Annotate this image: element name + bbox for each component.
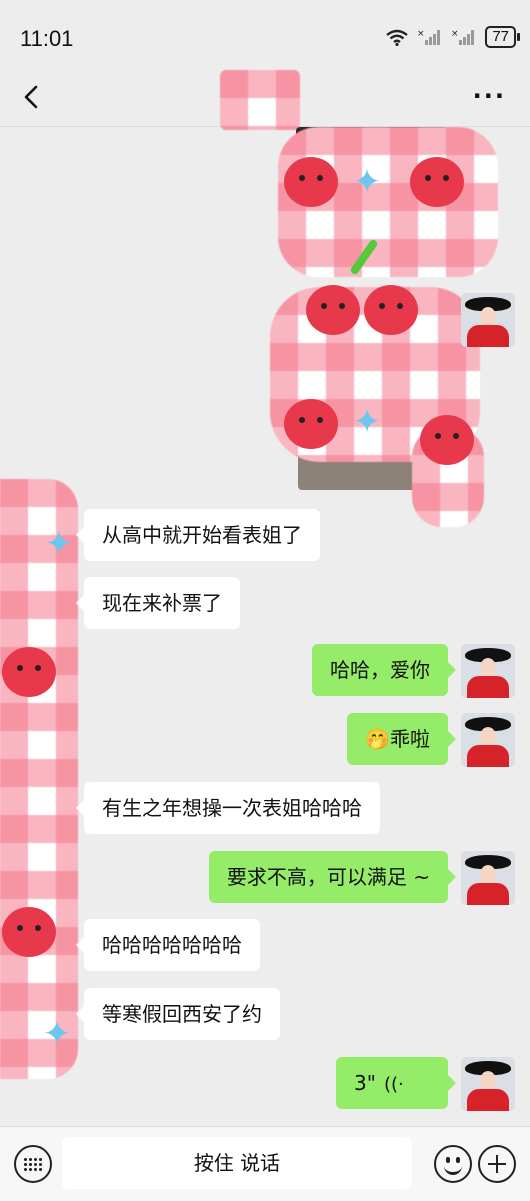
- battery-indicator: 77: [485, 26, 520, 48]
- svg-text:×: ×: [451, 29, 459, 39]
- chat-header: ···: [0, 70, 530, 130]
- signal-1-icon: ×: [417, 29, 441, 45]
- plus-icon[interactable]: [478, 1145, 516, 1183]
- wifi-icon: [386, 29, 409, 46]
- message-bubble-incoming[interactable]: 哈哈哈哈哈哈哈: [76, 919, 260, 971]
- message-text: 乖啦: [390, 727, 430, 751]
- my-avatar[interactable]: [461, 644, 515, 698]
- sparkle-icon: ✦: [352, 162, 382, 202]
- shy-emoji-icon: 🤭: [365, 727, 390, 751]
- sticker-overlay-left: [0, 479, 78, 1079]
- chat-history[interactable]: ✦ ✦ ✦ ✦ 从高中就开始看表姐了 现在来补票了 哈哈，爱你 🤭乖啦 有生之年…: [0, 127, 530, 1122]
- more-options-button[interactable]: ···: [473, 82, 506, 110]
- message-bubble-outgoing[interactable]: 要求不高，可以满足 ~: [208, 851, 457, 903]
- cherry-sticker-icon: [364, 285, 418, 335]
- my-avatar[interactable]: [461, 713, 515, 767]
- cherry-sticker-icon: [284, 399, 338, 449]
- message-bubble-incoming[interactable]: 从高中就开始看表姐了: [76, 509, 320, 561]
- cherry-sticker-icon: [420, 415, 474, 465]
- status-bar: 11:01 × × 77: [0, 0, 530, 70]
- message-bubble-outgoing[interactable]: 🤭乖啦: [347, 713, 456, 765]
- svg-text:×: ×: [417, 29, 425, 39]
- message-bubble-outgoing[interactable]: 哈哈，爱你: [312, 644, 456, 696]
- my-avatar[interactable]: [461, 851, 515, 905]
- cherry-sticker-icon: [410, 157, 464, 207]
- hold-to-talk-button[interactable]: 按住 说话: [62, 1137, 412, 1189]
- sparkle-icon: ✦: [44, 524, 74, 564]
- sparkle-icon: ✦: [42, 1014, 72, 1054]
- message-bubble-incoming[interactable]: 现在来补票了: [76, 577, 240, 629]
- back-chevron-icon[interactable]: [18, 82, 48, 112]
- contact-title-obscured: [220, 70, 300, 130]
- cherry-sticker-icon: [2, 647, 56, 697]
- voice-wave-icon: ((·: [383, 1074, 404, 1095]
- emoji-icon[interactable]: [434, 1145, 472, 1183]
- message-bubble-incoming[interactable]: 有生之年想操一次表姐哈哈哈: [76, 782, 380, 834]
- message-bubble-incoming[interactable]: 等寒假回西安了约: [76, 988, 280, 1040]
- sparkle-icon: ✦: [352, 402, 382, 442]
- keyboard-toggle-icon[interactable]: [14, 1145, 52, 1183]
- voice-duration: 3": [354, 1071, 376, 1095]
- voice-message-bubble[interactable]: 3" ((·: [336, 1057, 456, 1109]
- cherry-sticker-icon: [2, 907, 56, 957]
- system-icons: × × 77: [385, 26, 520, 48]
- signal-2-icon: ×: [451, 29, 475, 45]
- status-time: 11:01: [20, 26, 74, 51]
- input-bar: 按住 说话: [0, 1126, 530, 1201]
- cherry-sticker-icon: [284, 157, 338, 207]
- my-avatar[interactable]: [461, 293, 515, 347]
- my-avatar[interactable]: [461, 1057, 515, 1111]
- cherry-sticker-icon: [306, 285, 360, 335]
